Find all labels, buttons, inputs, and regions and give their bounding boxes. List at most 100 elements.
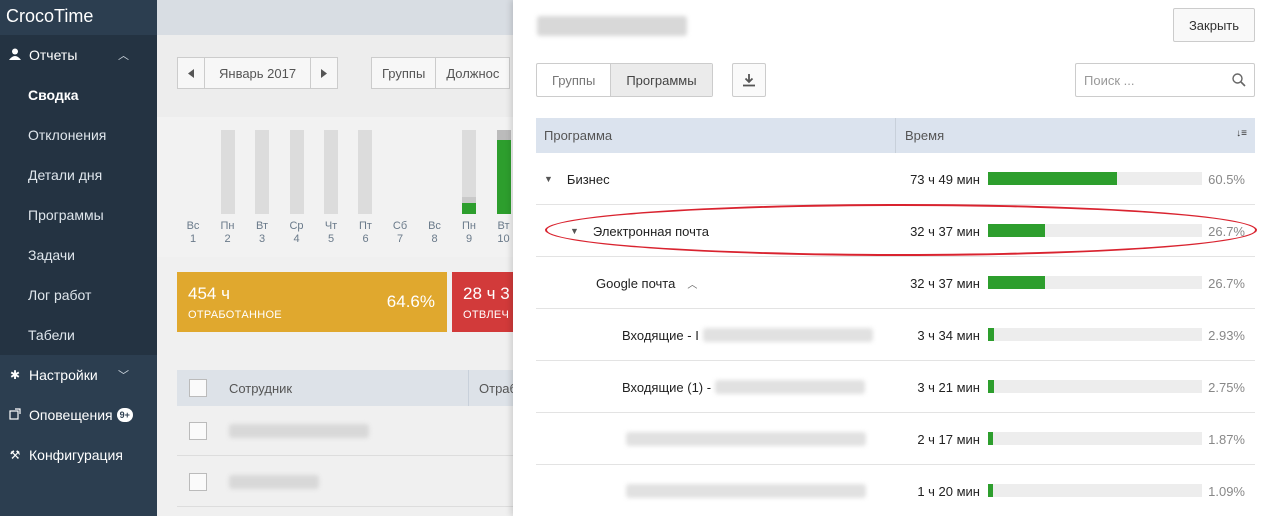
sidebar-item-tasks[interactable]: Задачи xyxy=(0,235,157,275)
row-percent: 1.87% xyxy=(1208,431,1245,447)
progress-track xyxy=(988,432,1202,445)
table-row[interactable]: 1 ч 20 мин 1.09% xyxy=(536,465,1255,516)
row-percent: 2.93% xyxy=(1208,327,1245,343)
expand-triangle-icon[interactable]: ▼ xyxy=(544,174,553,184)
groups-view-button[interactable]: Группы xyxy=(372,58,437,88)
worked-stat-card[interactable]: 454 ч ОТРАБОТАННОЕ 64.6% xyxy=(177,272,447,332)
tab-programs[interactable]: Программы xyxy=(611,64,712,96)
sidebar-item-label: Отчеты xyxy=(29,47,78,63)
row-time: 32 ч 37 мин xyxy=(910,275,980,291)
col-employee[interactable]: Сотрудник xyxy=(229,370,470,406)
table-row[interactable]: Входящие - I 3 ч 34 мин 2.93% xyxy=(536,309,1255,361)
sidebar-item-configuration[interactable]: ⚒ Конфигурация xyxy=(0,435,157,475)
select-all-checkbox[interactable] xyxy=(189,379,207,397)
table-row[interactable]: ▼ Бизнес 73 ч 49 мин 60.5% xyxy=(536,153,1255,205)
sidebar-item-alerts[interactable]: Оповещения 9+ xyxy=(0,395,157,435)
programs-table-header: Программа Время ↓≡ xyxy=(536,118,1255,153)
row-name-text: Входящие (1) - xyxy=(622,379,712,395)
row-name: Входящие (1) - xyxy=(622,361,866,413)
row-percent: 1.09% xyxy=(1208,483,1245,499)
redacted-text xyxy=(626,484,866,498)
row-name-text: Входящие - I xyxy=(622,327,699,343)
sidebar-item-timesheets[interactable]: Табели xyxy=(0,315,157,355)
dashboard-background: Январь 2017 Группы Должнос Вс 1 Пн 2 Вт 3 С… xyxy=(157,0,513,516)
sidebar-item-settings[interactable]: ✱ Настройки ﹀ xyxy=(0,355,157,395)
day-bar xyxy=(255,130,269,214)
tab-groups[interactable]: Группы xyxy=(537,64,612,96)
sidebar-item-label: Настройки xyxy=(29,367,98,383)
close-button[interactable]: Закрыть xyxy=(1173,8,1255,42)
reports-submenu: Сводка Отклонения Детали дня Программы З… xyxy=(0,75,157,355)
table-row[interactable]: Входящие (1) - 3 ч 21 мин 2.75% xyxy=(536,361,1255,413)
programs-panel: Закрыть Группы Программы Программа Время… xyxy=(513,0,1261,516)
row-percent: 26.7% xyxy=(1208,223,1245,239)
col-program[interactable]: Программа xyxy=(536,118,896,153)
sidebar: CrocoTime Отчеты ︿ Сводка Отклонения Дет… xyxy=(0,0,157,516)
distracted-stat-card[interactable]: 28 ч 3 ОТВЛЕЧ xyxy=(452,272,513,332)
col-time[interactable]: Время ↓≡ xyxy=(896,118,1255,153)
table-row[interactable]: 2 ч 17 мин 1.87% xyxy=(536,413,1255,465)
day-bar xyxy=(290,130,304,214)
brand-logo[interactable]: CrocoTime xyxy=(0,0,157,35)
distracted-value: 28 ч 3 xyxy=(463,284,510,303)
sidebar-item-programs[interactable]: Программы xyxy=(0,195,157,235)
prev-month-button[interactable] xyxy=(178,58,205,88)
row-time: 3 ч 34 мин xyxy=(917,327,980,343)
row-checkbox[interactable] xyxy=(189,421,207,440)
sidebar-item-deviations[interactable]: Отклонения xyxy=(0,115,157,155)
row-percent: 60.5% xyxy=(1208,171,1245,187)
chevron-up-icon: ︿ xyxy=(118,50,129,62)
sidebar-item-label: Оповещения xyxy=(29,407,113,423)
search-icon[interactable] xyxy=(1232,73,1246,87)
day-bar-fill xyxy=(462,197,476,203)
sidebar-item-work-log[interactable]: Лог работ xyxy=(0,275,157,315)
panel-title-redacted xyxy=(537,16,687,36)
col-time-label: Время xyxy=(905,128,945,143)
table-row[interactable] xyxy=(177,406,513,456)
table-row[interactable]: ▼ Электронная почта 32 ч 37 мин 26.7% xyxy=(536,205,1255,257)
chevron-up-icon[interactable]: ︿ xyxy=(687,276,697,291)
panel-tabs: Группы Программы xyxy=(536,63,713,97)
row-time: 73 ч 49 мин xyxy=(910,171,980,187)
sidebar-item-reports[interactable]: Отчеты ︿ xyxy=(0,35,157,75)
download-icon xyxy=(743,73,755,86)
day-bar-fill xyxy=(497,140,511,214)
row-time: 2 ч 17 мин xyxy=(917,431,980,447)
chevron-left-icon xyxy=(188,68,194,78)
day-label: Пт 6 xyxy=(359,220,372,245)
search-input[interactable] xyxy=(1084,72,1224,88)
col-worked[interactable]: Отраб xyxy=(479,381,513,396)
row-percent: 2.75% xyxy=(1208,379,1245,395)
next-month-button[interactable] xyxy=(311,58,337,88)
table-row[interactable] xyxy=(177,457,513,507)
sidebar-item-summary[interactable]: Сводка xyxy=(0,75,157,115)
progress-fill xyxy=(988,328,995,341)
search-box xyxy=(1075,63,1255,97)
download-button[interactable] xyxy=(732,63,766,97)
distracted-label: ОТВЛЕЧ xyxy=(463,309,510,321)
day-label: Ср 4 xyxy=(289,220,304,245)
daily-activity-chart: Вс 1 Пн 2 Вт 3 Ср 4 Чт 5 Пт 6 Сб 7 Вс 8 Пн 9 Вт 1… xyxy=(157,117,513,257)
alerts-badge: 9+ xyxy=(116,408,133,422)
row-name: ▼ Бизнес xyxy=(544,153,610,205)
positions-view-button[interactable]: Должнос xyxy=(436,58,509,88)
progress-fill xyxy=(988,380,994,393)
sidebar-item-day-details[interactable]: Детали дня xyxy=(0,155,157,195)
progress-fill xyxy=(988,484,994,497)
progress-track xyxy=(988,224,1202,237)
worked-value: 454 ч xyxy=(188,284,230,303)
current-month[interactable]: Январь 2017 xyxy=(205,58,312,88)
worked-percent: 64.6% xyxy=(386,292,435,311)
day-label: Пн 2 xyxy=(220,220,235,245)
row-name xyxy=(622,413,866,465)
row-name: Google почта ︿ xyxy=(596,257,697,309)
table-row[interactable]: Google почта ︿ 32 ч 37 мин 26.7% xyxy=(536,257,1255,309)
progress-track xyxy=(988,328,1202,341)
sort-desc-icon[interactable]: ↓≡ xyxy=(1236,128,1247,139)
progress-track xyxy=(988,276,1202,289)
row-time: 1 ч 20 мин xyxy=(917,483,980,499)
row-checkbox[interactable] xyxy=(189,472,207,491)
day-bar-fill xyxy=(497,130,511,140)
gear-icon: ✱ xyxy=(9,368,21,382)
expand-triangle-icon[interactable]: ▼ xyxy=(570,226,579,236)
